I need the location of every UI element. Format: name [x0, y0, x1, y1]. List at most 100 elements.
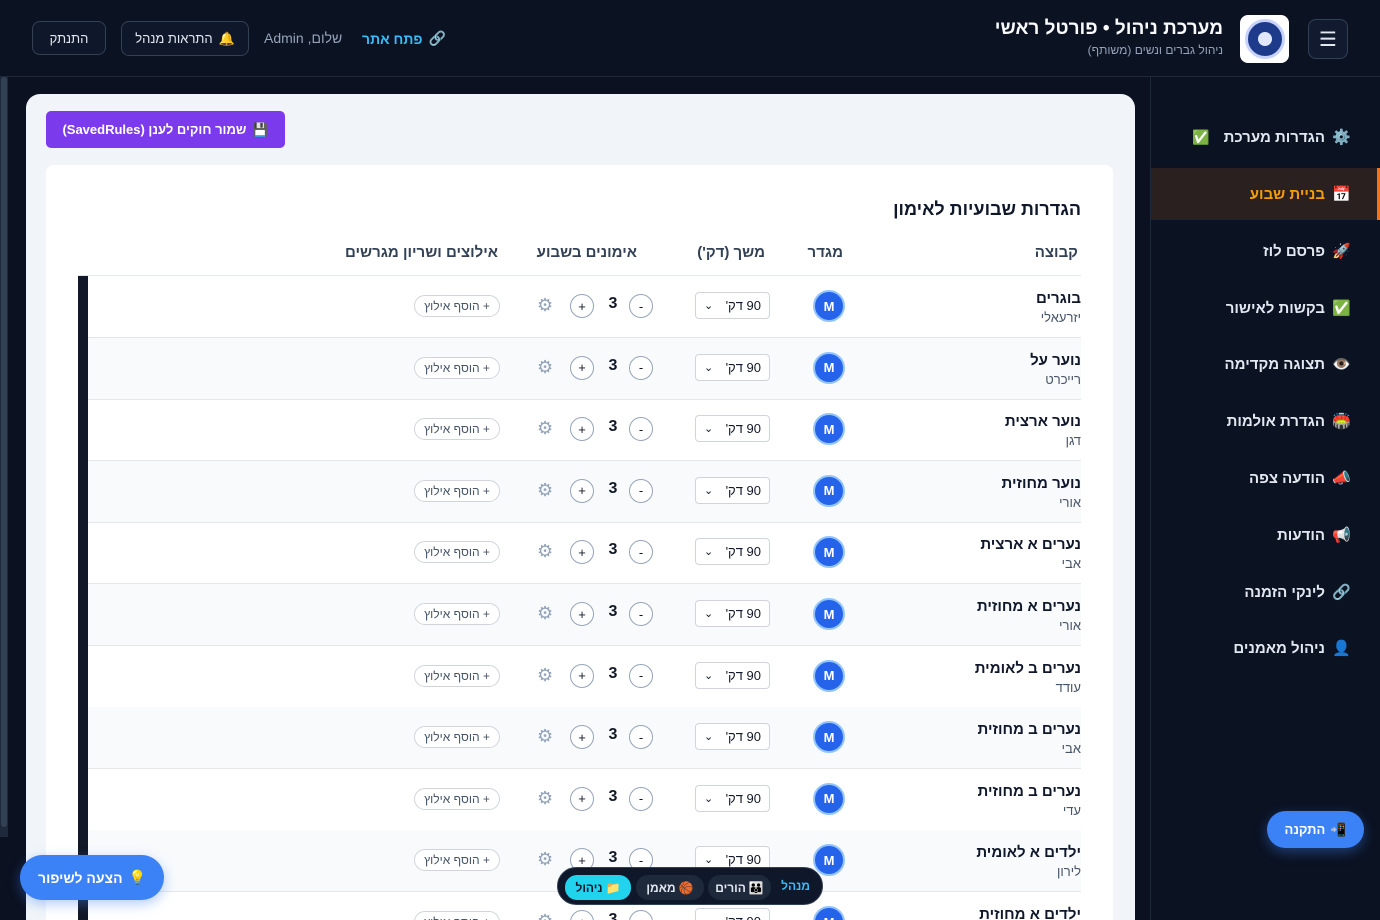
suggest-improvement-button[interactable]: 💡 הצעה לשיפור	[20, 855, 164, 900]
sidebar-item-invite-links[interactable]: 🔗 לינקי הזמנה	[1151, 566, 1380, 618]
duration-select[interactable]: 90 דק' ⌄	[695, 476, 770, 504]
open-site-label: פתח אתר	[362, 30, 423, 47]
gear-icon[interactable]: ⚙	[537, 480, 553, 501]
column-header-constraints: אילוצים ושריון מגרשים	[344, 244, 498, 261]
decrement-trainings-button[interactable]: -	[629, 725, 653, 750]
coach-name: לירון	[1057, 864, 1081, 880]
add-constraint-button[interactable]: + הוסף אילוץ	[414, 356, 500, 379]
check-icon: ✅	[1192, 128, 1210, 145]
sidebar-item-floating-message[interactable]: 📣 הודעה צפה	[1151, 452, 1380, 504]
decrement-trainings-button[interactable]: -	[629, 540, 653, 565]
table-row: נוער על רייכרט M 90 דק' ⌄ -3 + ⚙ + הוסף אילוץ	[88, 337, 1081, 400]
sidebar-item-preview[interactable]: 👁️ תצוגה מקדימה	[1151, 338, 1380, 390]
sidebar-item-build-week[interactable]: 📅 בניית שבוע	[1151, 168, 1380, 220]
duration-select[interactable]: 90 דק' ⌄	[695, 661, 770, 689]
table-row: נוער ארצית דגן M 90 דק' ⌄ -3 + ⚙ + הוסף אילוץ	[88, 399, 1081, 462]
gear-icon[interactable]: ⚙	[537, 295, 553, 316]
sidebar-item-publish-schedule[interactable]: 🚀 פרסם לוז	[1151, 225, 1380, 277]
add-constraint-button[interactable]: + הוסף אילוץ	[414, 295, 500, 317]
increment-trainings-button[interactable]: +	[570, 725, 594, 750]
save-rules-label: שמור חוקים לענן (SavedRules)	[62, 122, 247, 137]
group-name: ילדים א מחוזית	[979, 906, 1081, 920]
gear-icon[interactable]: ⚙	[537, 911, 553, 920]
mode-parents-button[interactable]: 👪 הורים	[708, 875, 771, 900]
duration-select[interactable]: 90 דק' ⌄	[695, 723, 770, 751]
decrement-trainings-button[interactable]: -	[629, 910, 653, 920]
increment-trainings-button[interactable]: +	[570, 294, 594, 318]
link-icon: 🔗	[1332, 584, 1351, 601]
gear-icon[interactable]: ⚙	[537, 418, 553, 439]
sidebar-item-system-settings[interactable]: ⚙️ הגדרות מערכת ✅	[1151, 111, 1380, 163]
gender-badge: M	[813, 659, 845, 692]
sidebar-item-halls-settings[interactable]: 🏟️ הגדרת אולמות	[1151, 395, 1380, 447]
gear-icon[interactable]: ⚙	[537, 541, 553, 562]
duration-select[interactable]: 90 דק' ⌄	[695, 353, 770, 381]
sidebar-item-messages[interactable]: 📢 הודעות	[1151, 509, 1380, 561]
trainings-count: 3	[608, 295, 618, 312]
add-constraint-button[interactable]: + הוסף אילוץ	[414, 541, 500, 564]
gear-icon[interactable]: ⚙	[537, 357, 553, 378]
increment-trainings-button[interactable]: +	[570, 602, 594, 626]
gear-icon[interactable]: ⚙	[537, 849, 553, 870]
mode-coach-button[interactable]: 🏀 מאמן	[636, 875, 704, 900]
increment-trainings-button[interactable]: +	[570, 910, 594, 920]
increment-trainings-button[interactable]: +	[570, 417, 594, 442]
table-row: נערים ב מחוזית עדי M 90 דק' ⌄ -3 + ⚙ + הוסף אילו…	[88, 769, 1081, 831]
menu-icon: ☰	[1319, 28, 1337, 51]
duration-select[interactable]: 90 דק' ⌄	[695, 784, 770, 812]
increment-trainings-button[interactable]: +	[570, 663, 594, 688]
duration-value: 90 דק'	[725, 482, 761, 498]
add-constraint-button[interactable]: + הוסף אילוץ	[414, 479, 500, 502]
duration-select[interactable]: 90 דק' ⌄	[695, 600, 770, 627]
page-scrollbar[interactable]	[0, 77, 8, 837]
add-constraint-button[interactable]: + הוסף אילוץ	[414, 664, 500, 687]
decrement-trainings-button[interactable]: -	[629, 294, 653, 318]
admin-notifications-button[interactable]: 🔔 התראות מנהל	[121, 21, 249, 56]
duration-select[interactable]: 90 דק' ⌄	[695, 538, 770, 566]
install-button[interactable]: 📲 התקנה	[1267, 811, 1364, 848]
increment-trainings-button[interactable]: +	[570, 540, 594, 565]
decrement-trainings-button[interactable]: -	[629, 786, 653, 811]
coach-name: אבי	[1061, 556, 1081, 572]
trainings-count: 3	[608, 418, 618, 436]
sidebar-item-approval-requests[interactable]: ✅ בקשות לאישור	[1151, 282, 1380, 334]
duration-value: 90 דק'	[725, 790, 761, 806]
add-constraint-button[interactable]: + הוסף אילוץ	[414, 849, 500, 872]
duration-value: 90 דק'	[725, 421, 761, 437]
sidebar-item-manage-coaches[interactable]: 👤 ניהול מאמנים	[1151, 622, 1380, 674]
gear-icon[interactable]: ⚙	[537, 788, 553, 809]
decrement-trainings-button[interactable]: -	[629, 478, 653, 503]
coach-name: אורי	[1059, 618, 1081, 633]
chevron-down-icon: ⌄	[704, 546, 714, 559]
loudspeaker-icon: 📢	[1332, 527, 1351, 544]
save-rules-button[interactable]: 💾 שמור חוקים לענן (SavedRules)	[46, 111, 285, 148]
gear-icon[interactable]: ⚙	[537, 603, 553, 624]
mode-admin-button[interactable]: 📁 ניהול	[565, 875, 631, 900]
decrement-trainings-button[interactable]: -	[629, 417, 653, 442]
add-constraint-button[interactable]: + הוסף אילוץ	[414, 787, 500, 810]
gear-icon[interactable]: ⚙	[537, 665, 553, 686]
duration-value: 90 דק'	[725, 359, 761, 375]
add-constraint-button[interactable]: + הוסף אילוץ	[414, 603, 500, 625]
add-constraint-button[interactable]: + הוסף אילוץ	[414, 726, 500, 749]
increment-trainings-button[interactable]: +	[570, 355, 594, 380]
table-row: נערים ב לאומית עודד M 90 דק' ⌄ -3 + ⚙ + הוסף איל…	[88, 646, 1081, 708]
stadium-icon: 🏟️	[1332, 413, 1351, 430]
trainings-count: 3	[608, 479, 618, 497]
coach-name: רייכרט	[1045, 371, 1081, 387]
gear-icon[interactable]: ⚙	[537, 726, 553, 747]
increment-trainings-button[interactable]: +	[570, 478, 594, 503]
add-constraint-button[interactable]: + הוסף אילוץ	[414, 418, 500, 441]
duration-select[interactable]: 90 דק' ⌄	[695, 292, 770, 319]
decrement-trainings-button[interactable]: -	[629, 602, 653, 626]
logout-button[interactable]: התנתק	[32, 21, 106, 55]
decrement-trainings-button[interactable]: -	[629, 355, 653, 380]
menu-button[interactable]: ☰	[1308, 19, 1348, 59]
duration-select[interactable]: 90 דק' ⌄	[695, 908, 770, 920]
add-constraint-button[interactable]: + הוסף אילוץ	[414, 911, 500, 920]
increment-trainings-button[interactable]: +	[570, 786, 594, 811]
trainings-count: 3	[608, 356, 618, 374]
duration-select[interactable]: 90 דק' ⌄	[695, 415, 770, 443]
decrement-trainings-button[interactable]: -	[629, 663, 653, 688]
open-site-link[interactable]: 🔗 פתח אתר	[362, 30, 446, 47]
